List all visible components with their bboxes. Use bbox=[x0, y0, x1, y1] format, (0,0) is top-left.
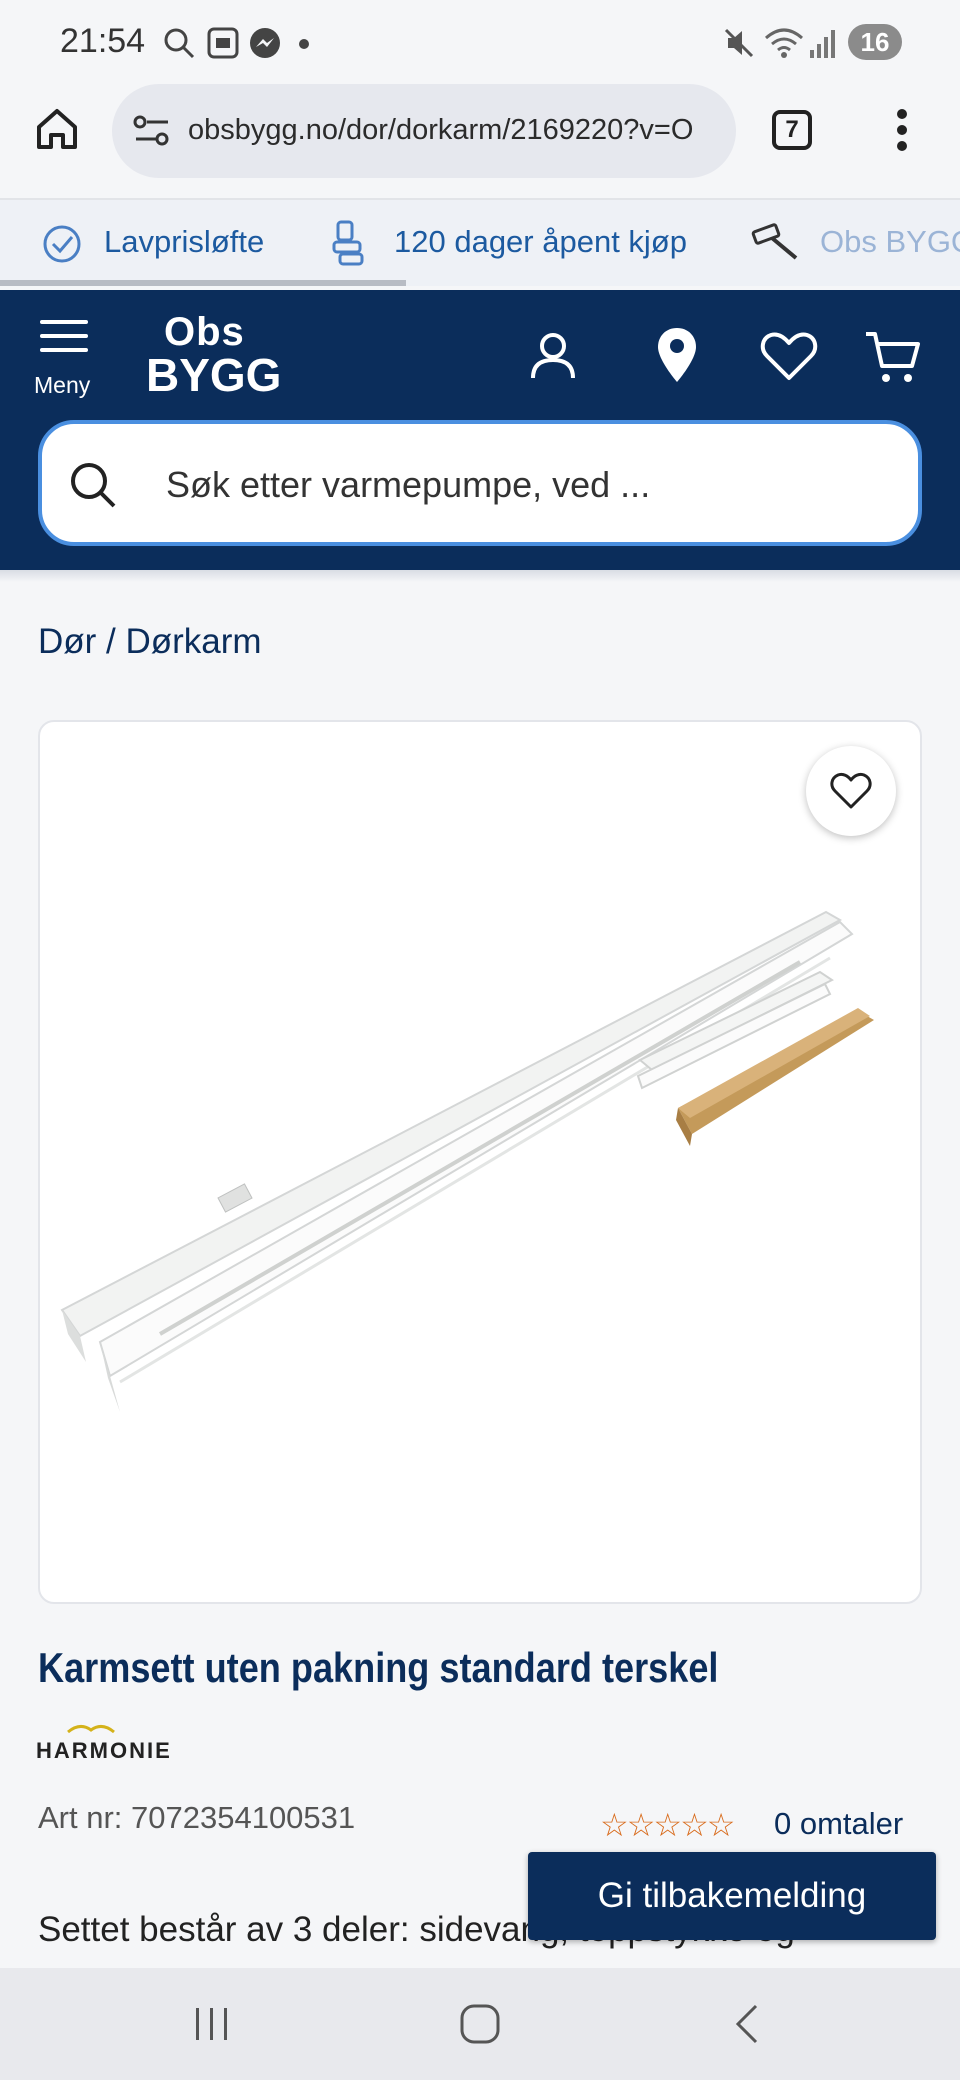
hammer-icon bbox=[751, 223, 798, 260]
account-icon[interactable] bbox=[528, 330, 578, 382]
product-image-card[interactable] bbox=[38, 720, 922, 1604]
search-icon bbox=[71, 463, 116, 508]
site-settings-icon[interactable] bbox=[132, 114, 172, 148]
breadcrumb[interactable]: Dør / Dørkarm bbox=[38, 622, 262, 662]
reviews-link[interactable]: 0 omtaler bbox=[774, 1806, 903, 1842]
brand-logo-mark bbox=[67, 1725, 115, 1734]
battery-indicator: 16 bbox=[848, 24, 902, 60]
search-bar[interactable]: Søk etter varmepumpe, ved ... bbox=[38, 420, 922, 546]
mute-icon bbox=[724, 28, 754, 58]
article-number: Art nr: 7072354100531 bbox=[38, 1800, 356, 1835]
search-status-icon bbox=[164, 28, 195, 59]
cart-icon[interactable] bbox=[864, 330, 922, 386]
screenshot-status-icon bbox=[207, 27, 239, 59]
status-bar: 21:54 16 bbox=[0, 0, 960, 84]
clock: 21:54 bbox=[60, 22, 146, 60]
usp-item-open-purchase[interactable]: 120 dager åpent kjøp bbox=[394, 224, 687, 260]
site-header: Meny Obs BYGG Søk etter varmepumpe, ved … bbox=[0, 290, 960, 570]
header-shadow bbox=[0, 570, 960, 582]
return-rolls-icon bbox=[332, 220, 364, 266]
add-to-favorites-button[interactable] bbox=[806, 746, 896, 836]
recent-apps-icon[interactable] bbox=[194, 2004, 230, 2044]
usp-item-obsbygg[interactable]: Obs BYGG bbox=[820, 224, 960, 260]
favorites-heart-icon[interactable] bbox=[760, 332, 818, 382]
home-icon[interactable] bbox=[34, 106, 80, 152]
product-title: Karmsett uten pakning standard terskel bbox=[38, 1644, 719, 1691]
more-options-icon[interactable] bbox=[896, 108, 908, 152]
menu-label[interactable]: Meny bbox=[34, 372, 90, 399]
system-nav-bar bbox=[0, 1968, 960, 2080]
tab-switcher-button[interactable]: 7 bbox=[772, 110, 812, 150]
heart-icon bbox=[830, 772, 872, 809]
usp-progress-bar bbox=[0, 280, 406, 286]
signal-icon bbox=[810, 30, 835, 58]
dot-icon bbox=[299, 39, 309, 49]
wifi-icon bbox=[765, 28, 803, 58]
store-location-icon[interactable] bbox=[656, 326, 698, 384]
url-text[interactable]: obsbygg.no/dor/dorkarm/2169220?v=O bbox=[188, 114, 720, 147]
messenger-icon bbox=[250, 28, 280, 58]
usp-strip: Lavprisløfte 120 dager åpent kjøp Obs BY… bbox=[0, 200, 960, 286]
brand-logo[interactable]: HARMONIE bbox=[36, 1738, 172, 1764]
logo-bygg[interactable]: BYGG bbox=[146, 348, 281, 402]
check-circle-icon bbox=[43, 225, 81, 263]
hamburger-icon bbox=[40, 320, 88, 352]
feedback-button[interactable]: Gi tilbakemelding bbox=[528, 1852, 936, 1940]
browser-toolbar: obsbygg.no/dor/dorkarm/2169220?v=O 7 bbox=[0, 84, 960, 200]
rating-stars[interactable]: ☆☆☆☆☆ bbox=[600, 1806, 735, 1844]
product-image-door-frame-kit bbox=[60, 910, 874, 1412]
home-nav-icon[interactable] bbox=[458, 2002, 502, 2046]
back-icon[interactable] bbox=[732, 2002, 762, 2046]
search-input[interactable]: Søk etter varmepumpe, ved ... bbox=[166, 464, 650, 506]
usp-item-lowprice[interactable]: Lavprisløfte bbox=[104, 224, 264, 260]
